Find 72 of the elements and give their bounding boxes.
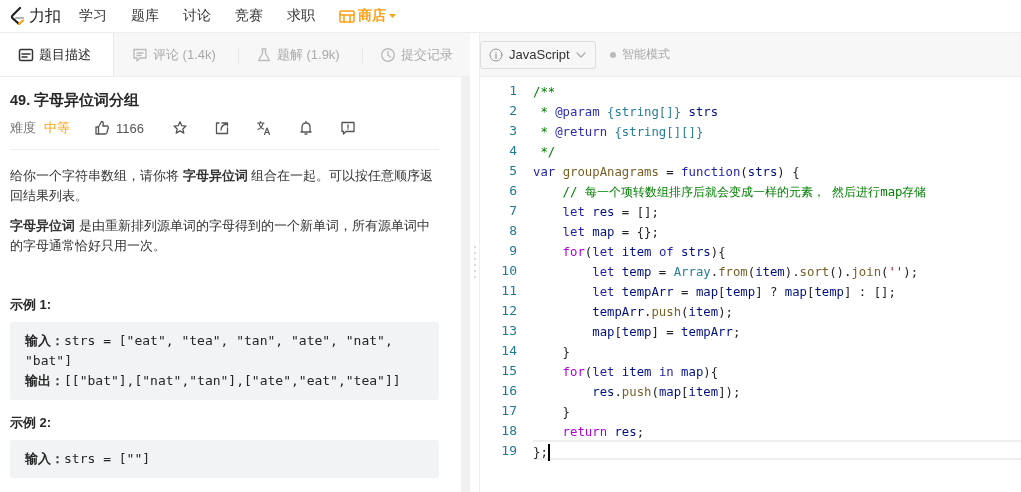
info-icon [489, 47, 503, 62]
line-number: 14 [500, 342, 517, 358]
code-line: var groupAnagrams = function(strs) { [533, 164, 801, 180]
line-number: 19 [500, 442, 517, 458]
translate-icon[interactable] [255, 120, 272, 136]
line-number: 12 [500, 302, 517, 318]
example-line: 输出：[["bat"],["nat","tan"],["ate","eat","tea"]] [25, 372, 402, 390]
document-icon [18, 46, 34, 63]
example-line: 输入：strs = ["eat", "tea", "tan", "ate", "nat", "bat"] [25, 332, 394, 370]
drag-handle-icon[interactable] [473, 245, 476, 280]
like-button[interactable]: 1166 [94, 120, 144, 136]
nav-link[interactable]: 求职 [287, 7, 315, 25]
line-number: 15 [500, 362, 517, 378]
line-number: 4 [508, 142, 517, 158]
clock-icon [379, 46, 396, 63]
feedback-icon[interactable] [339, 120, 356, 136]
line-number: 5 [508, 162, 517, 178]
line-number: 10 [500, 262, 517, 278]
code-line: for(let item in map){ [561, 364, 720, 380]
code-line: map[temp] = tempArr; [591, 324, 742, 340]
code-line: let temp = Array.from(item).sort().join(''); [591, 264, 920, 280]
line-number: 7 [508, 202, 517, 218]
code-line: /** [533, 84, 557, 100]
code-line: let tempArr = map[temp] ? map[temp] : []; [591, 284, 897, 300]
nav-link[interactable]: 题库 [131, 7, 159, 25]
code-line: }; [533, 440, 1021, 460]
line-number: 16 [500, 382, 517, 398]
code-line: } [561, 344, 572, 360]
star-icon[interactable] [171, 120, 188, 136]
description-paragraph: 字母异位词 是由重新排列源单词的字母得到的一个新单词，所有源单词中的字母通常恰好只用一次。 [10, 217, 431, 255]
code-line: let map = {}; [561, 224, 660, 240]
language-select[interactable]: JavaScript [480, 40, 596, 69]
line-number: 17 [500, 402, 517, 418]
comment-icon [132, 46, 148, 63]
code-line: * @return {string[][]} [539, 124, 705, 140]
nav-link[interactable]: 竞赛 [235, 7, 263, 25]
store-icon [339, 9, 355, 23]
nav-link[interactable]: 学习 [79, 7, 107, 25]
line-number: 2 [508, 102, 517, 118]
line-number: 9 [508, 242, 517, 258]
caret-icon [389, 14, 396, 18]
logo-text[interactable]: 力扣 [29, 5, 61, 27]
chevron-down-icon [575, 51, 586, 58]
line-number: 1 [508, 82, 517, 98]
tab[interactable]: 题目描述 [0, 33, 114, 76]
code-line: res.push(map[item]); [591, 384, 742, 400]
example-line: 输入：strs = [""] [25, 450, 152, 468]
example-heading: 示例 1: [10, 296, 53, 314]
description-paragraph: 给你一个字符串数组，请你将 字母异位词 组合在一起。可以按任意顺序返回结果列表。 [10, 167, 435, 205]
problem-title: 49. 字母异位词分组 [10, 91, 141, 110]
code-line: * @param {string[]} strs [539, 104, 720, 120]
line-number: 6 [508, 182, 517, 198]
code-line: } [561, 404, 572, 420]
code-line: */ [539, 144, 557, 160]
example-heading: 示例 2: [10, 414, 53, 432]
difficulty-level: 中等 [44, 119, 70, 137]
nav-link[interactable]: 讨论 [183, 7, 211, 25]
code-line: return res; [561, 424, 646, 440]
logo-icon[interactable] [10, 7, 26, 25]
line-number: 18 [500, 422, 517, 438]
code-line: // 每一个项转数组排序后就会变成一样的元素， 然后进行map存储 [561, 184, 928, 200]
code-line: let res = []; [561, 204, 660, 220]
thumbs-up-icon [94, 120, 110, 136]
flask-icon [255, 46, 272, 63]
code-line: for(let item of strs){ [561, 244, 727, 260]
difficulty-label: 难度 [10, 119, 36, 137]
line-number: 8 [508, 222, 517, 238]
line-number: 11 [500, 282, 517, 298]
share-icon[interactable] [213, 120, 230, 136]
code-line: tempArr.push(item); [591, 304, 734, 320]
line-number: 13 [500, 322, 517, 338]
line-number: 3 [508, 122, 517, 138]
